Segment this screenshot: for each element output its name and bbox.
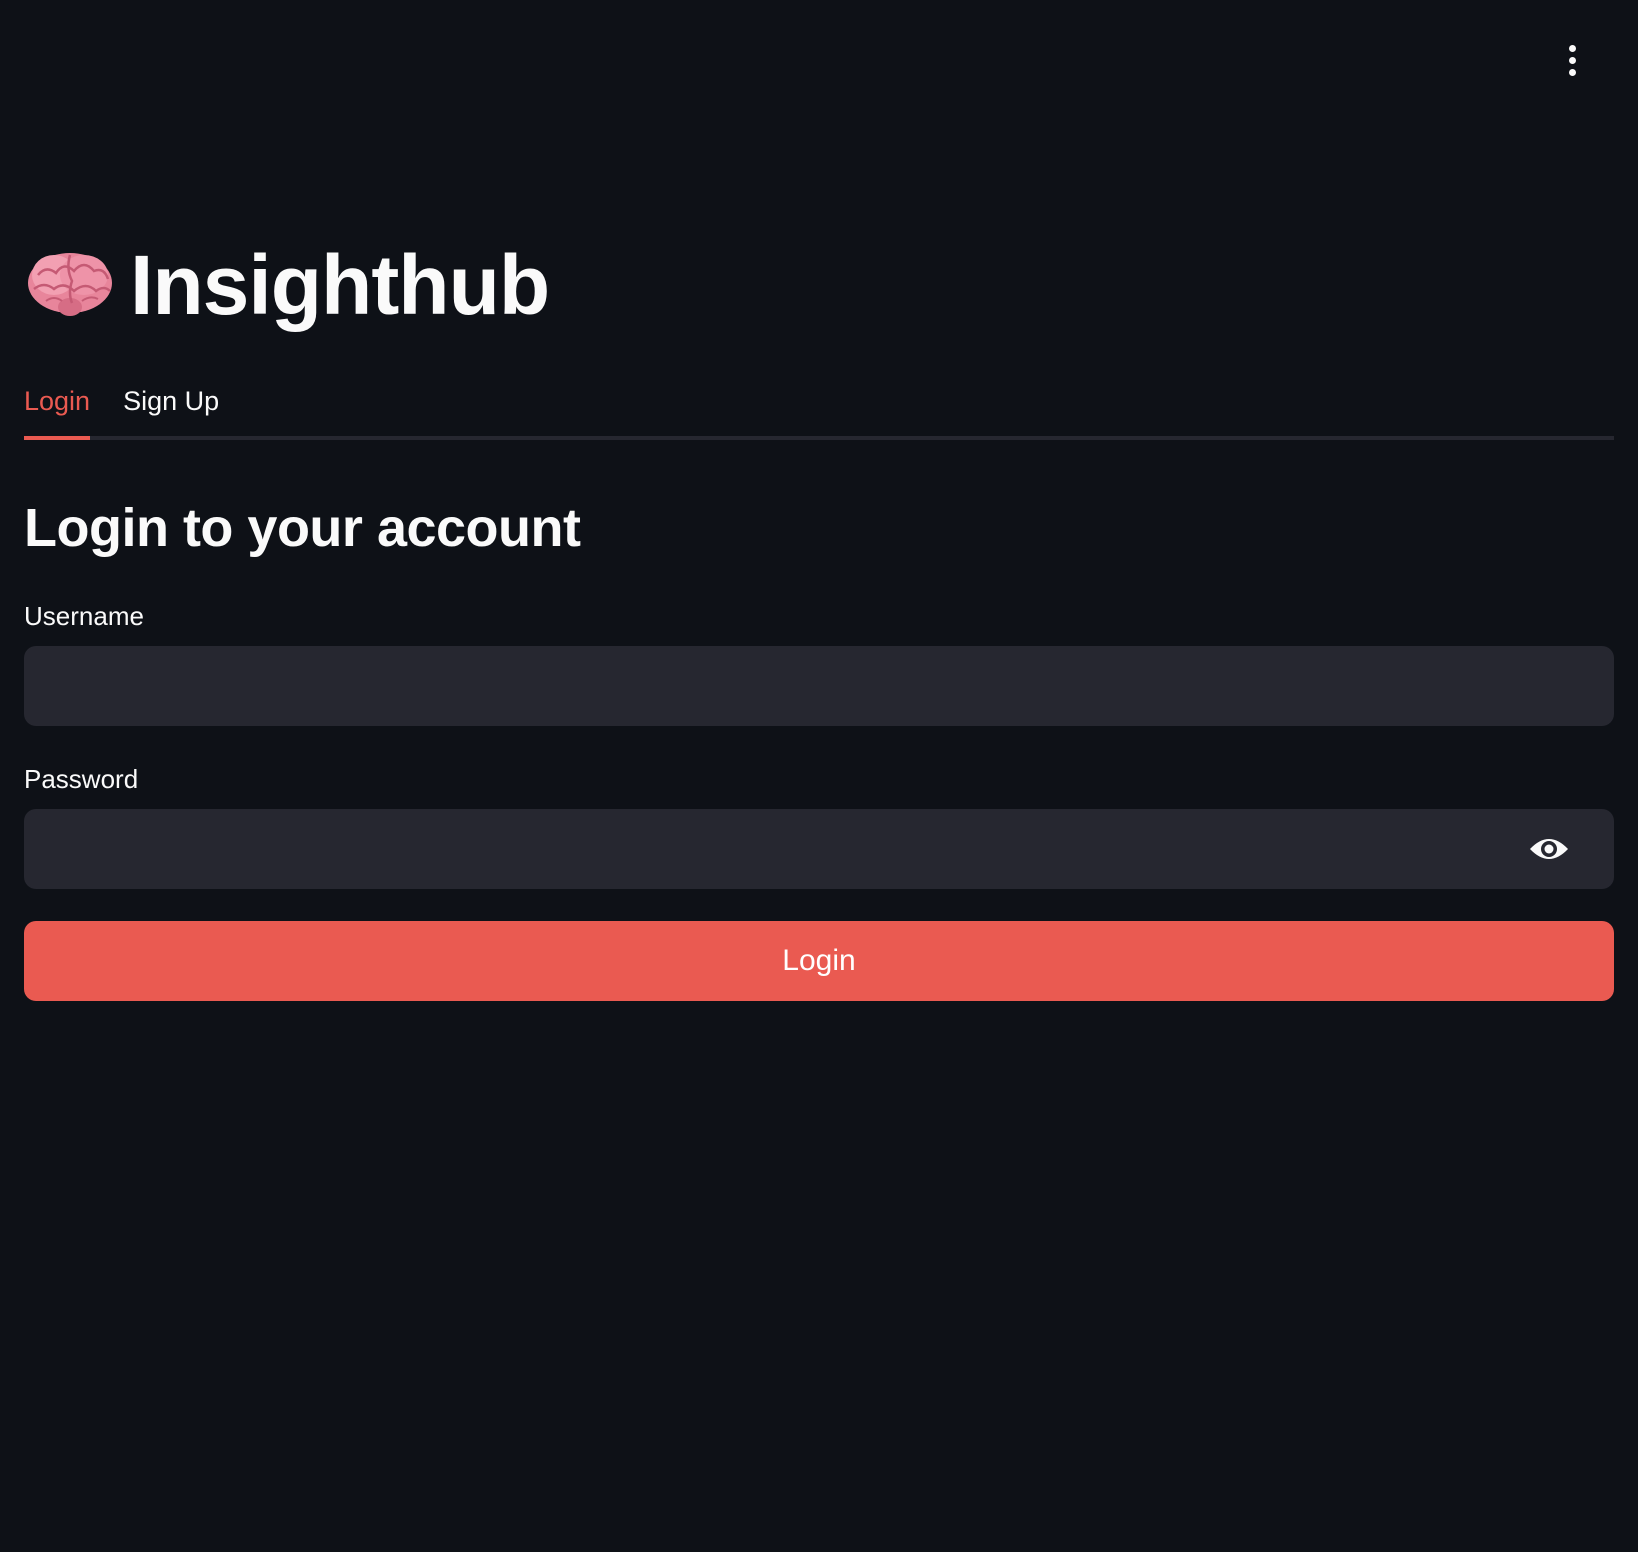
eye-icon[interactable] — [1528, 833, 1570, 865]
tab-sign-up[interactable]: Sign Up — [123, 374, 219, 436]
main-content: Insighthub Login Sign Up Login to your a… — [24, 230, 1614, 1001]
main-menu-button[interactable] — [1554, 40, 1590, 80]
password-input[interactable] — [24, 808, 1614, 889]
tab-login[interactable]: Login — [24, 374, 91, 440]
password-label: Password — [24, 763, 139, 794]
menu-dot — [1568, 56, 1576, 64]
menu-dot — [1568, 68, 1576, 76]
login-button[interactable]: Login — [24, 920, 1614, 1001]
password-field-container — [24, 808, 1614, 889]
tab-bar: Login Sign Up — [24, 374, 1614, 440]
app-page: Insighthub Login Sign Up Login to your a… — [0, 0, 1638, 1552]
menu-dot — [1568, 44, 1576, 52]
brain-icon — [28, 253, 112, 316]
username-field-container — [24, 645, 1614, 726]
app-title: Insighthub — [130, 238, 550, 332]
form-heading: Login to your account — [24, 498, 581, 558]
username-label: Username — [24, 600, 144, 631]
username-input[interactable] — [24, 645, 1614, 726]
app-header: Insighthub — [24, 230, 1614, 340]
